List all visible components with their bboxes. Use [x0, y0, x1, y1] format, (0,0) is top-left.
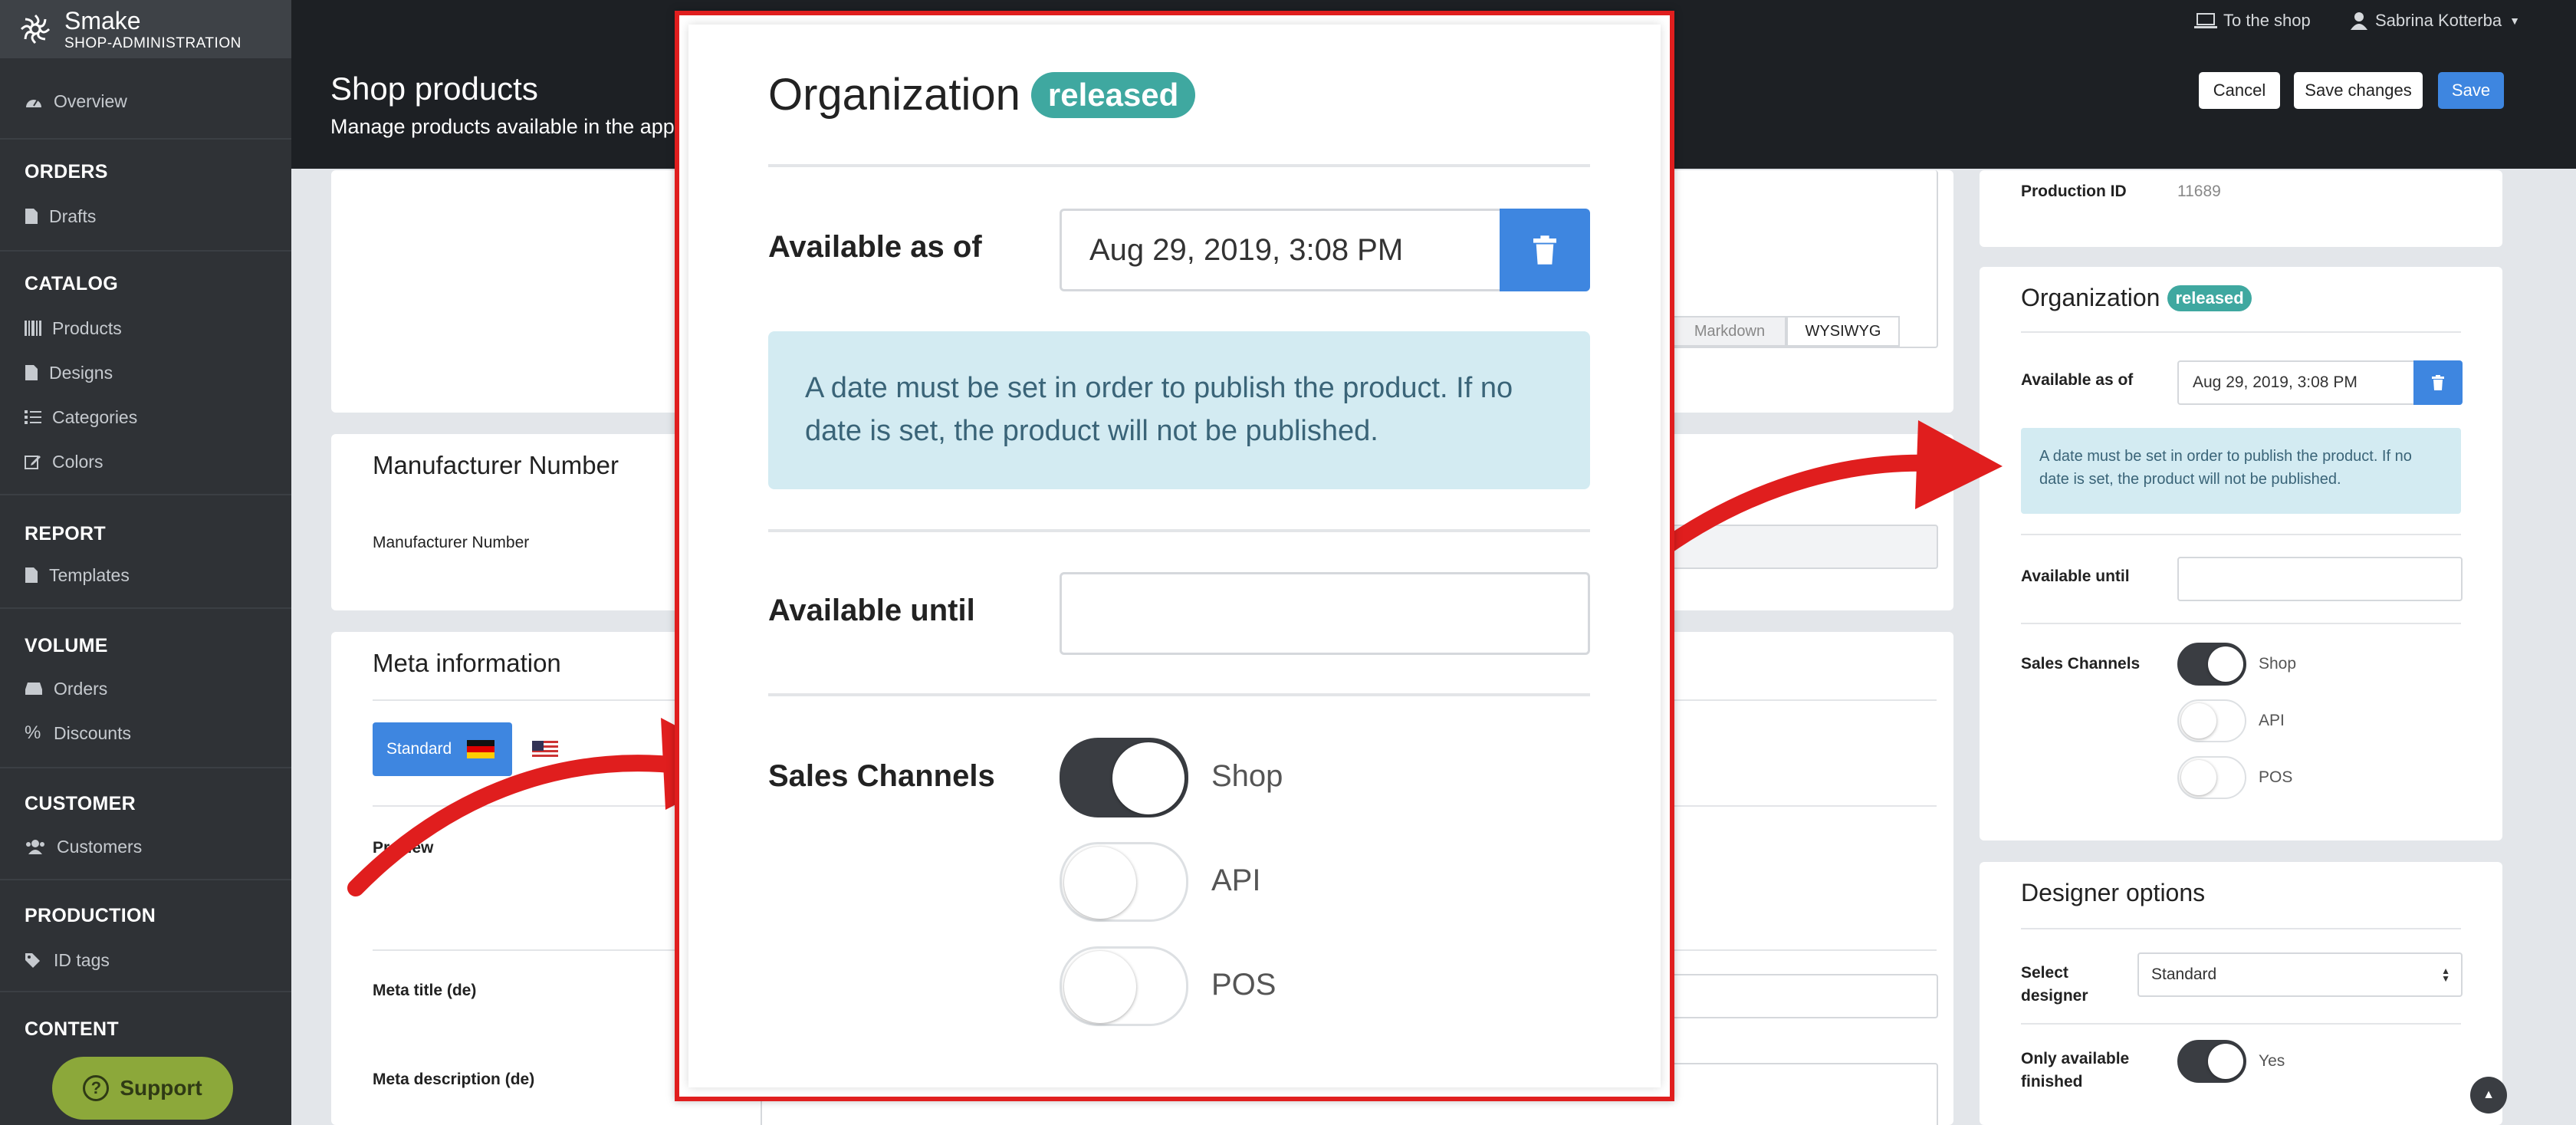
zoom-toggle-api[interactable]: [1060, 842, 1188, 922]
toggle-knob: [1064, 847, 1136, 919]
zoom-channel-api-label: API: [1211, 863, 1261, 897]
trash-icon: [1533, 235, 1556, 265]
zoom-toggle-pos[interactable]: [1060, 946, 1188, 1026]
divider: [768, 164, 1590, 167]
arrow-left: [347, 755, 698, 896]
zoom-available-as-of-label: Available as of: [768, 230, 982, 264]
zoom-sales-channels-label: Sales Channels: [768, 759, 995, 793]
toggle-knob: [1112, 742, 1184, 814]
divider: [768, 693, 1590, 696]
zoom-channel-shop-label: Shop: [1211, 759, 1283, 793]
zoom-panel: Organization released Available as of Au…: [688, 25, 1661, 1087]
zoom-status-badge: released: [1030, 71, 1196, 118]
zoom-available-as-of-input[interactable]: Aug 29, 2019, 3:08 PM: [1060, 209, 1500, 291]
arrowhead-right: [1915, 420, 2003, 509]
zoom-channel-pos-label: POS: [1211, 968, 1276, 1002]
zoom-organization-title: Organization: [768, 70, 1020, 120]
zoom-info-alert: A date must be set in order to publish t…: [768, 331, 1590, 489]
zoom-toggle-shop[interactable]: [1060, 738, 1188, 817]
zoom-clear-date-button[interactable]: [1500, 209, 1590, 291]
zoom-available-until-input[interactable]: [1060, 572, 1590, 655]
zoom-callout: Organization released Available as of Au…: [675, 11, 1674, 1101]
toggle-knob: [1064, 951, 1136, 1023]
divider: [768, 529, 1590, 532]
zoom-available-until-label: Available until: [768, 594, 975, 627]
